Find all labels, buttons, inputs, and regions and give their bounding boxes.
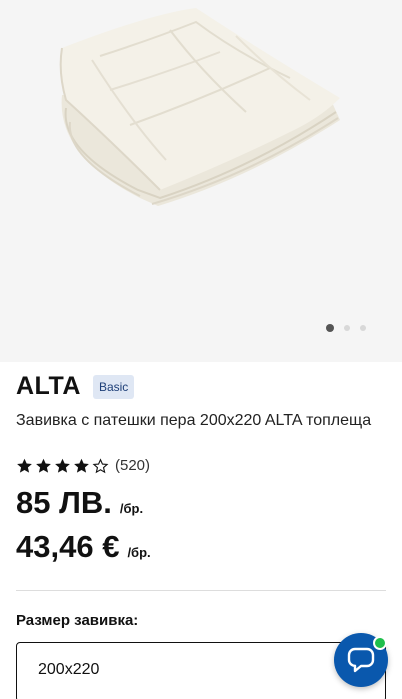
- gallery-dot-3[interactable]: [360, 325, 366, 331]
- gallery-dot-2[interactable]: [344, 325, 350, 331]
- product-badge: Basic: [92, 374, 135, 399]
- star-filled-icon: [54, 458, 71, 474]
- product-image-gallery[interactable]: [0, 0, 402, 362]
- size-label: Размер завивка:: [16, 612, 139, 629]
- price-eur-unit: /бр.: [127, 545, 151, 560]
- product-rating[interactable]: (520): [16, 457, 150, 474]
- price-eur-amount: 43,46 €: [16, 529, 120, 564]
- price-bgn: 85 ЛВ. /бр.: [16, 485, 143, 521]
- gallery-dot-1[interactable]: [326, 324, 334, 332]
- size-select-value: 200x220: [38, 661, 100, 678]
- section-divider: [16, 590, 386, 591]
- product-description: Завивка с патешки пера 200x220 ALTA топл…: [16, 412, 372, 429]
- price-bgn-amount: 85 ЛВ.: [16, 485, 112, 520]
- price-eur: 43,46 € /бр.: [16, 529, 151, 565]
- chat-icon: [347, 647, 375, 673]
- rating-stars: [16, 457, 109, 474]
- star-empty-icon: [92, 457, 109, 474]
- product-brand: ALTA: [16, 372, 81, 400]
- price-bgn-unit: /бр.: [119, 501, 144, 516]
- gallery-pagination: [326, 324, 366, 332]
- star-filled-icon: [35, 458, 52, 474]
- star-filled-icon: [73, 458, 90, 474]
- size-select[interactable]: 200x220: [16, 642, 386, 699]
- product-header: ALTA Basic: [16, 372, 135, 401]
- online-status-indicator: [373, 636, 387, 650]
- star-filled-icon: [16, 458, 33, 474]
- product-image: [59, 8, 341, 206]
- review-count: (520): [115, 457, 151, 474]
